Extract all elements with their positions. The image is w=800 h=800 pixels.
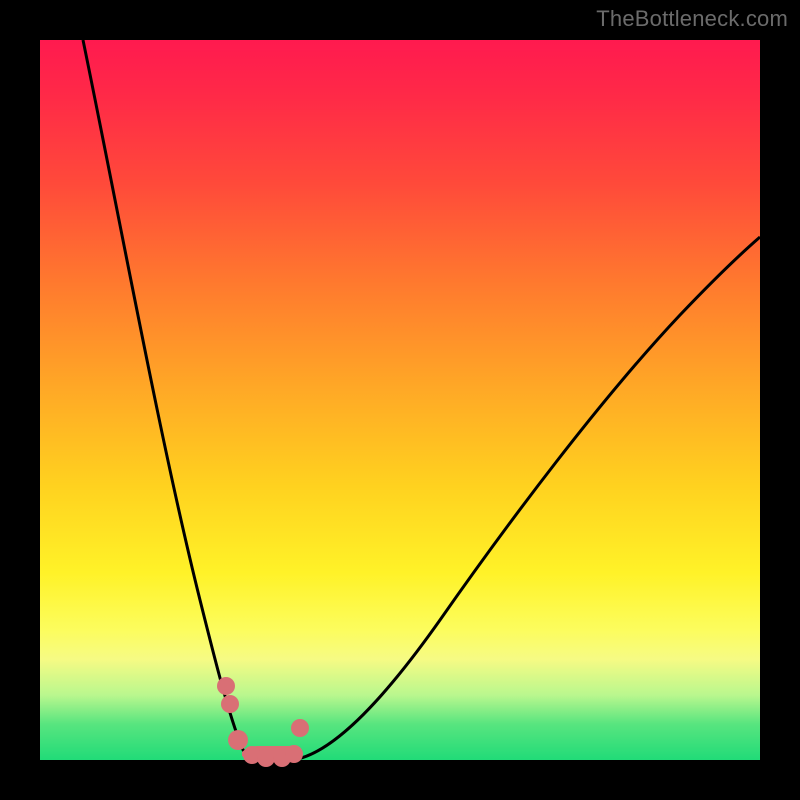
right-curve: [292, 237, 760, 760]
left-curve: [83, 40, 256, 760]
marker-dot: [285, 745, 303, 763]
plot-area: [40, 40, 760, 760]
trough-markers: [217, 677, 309, 767]
marker-dot: [291, 719, 309, 737]
marker-dot: [217, 677, 235, 695]
chart-frame: TheBottleneck.com: [0, 0, 800, 800]
marker-dot: [257, 749, 275, 767]
watermark-text: TheBottleneck.com: [596, 6, 788, 32]
marker-dot: [228, 730, 248, 750]
marker-dot: [221, 695, 239, 713]
curve-layer: [40, 40, 760, 760]
